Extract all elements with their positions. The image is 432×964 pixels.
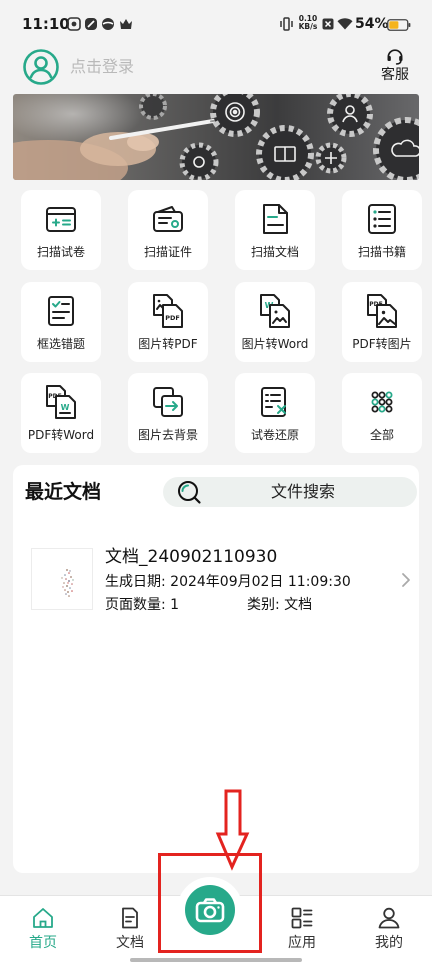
status-time: 11:10 (22, 15, 70, 33)
battery-percent: 54% (355, 16, 389, 32)
scan-id-icon (153, 206, 183, 232)
tool-label: 扫描证件 (143, 245, 192, 259)
tool-remove-background[interactable]: 图片去背景 (128, 373, 208, 453)
ball-notification-icon (102, 18, 114, 30)
document-list-item[interactable]: 文档_240902110930 生成日期: 2024年09月02日 11:09:… (13, 535, 419, 621)
document-pages-value: 1 (170, 597, 180, 613)
app-notification-icon (67, 17, 81, 31)
document-date: 生成日期: 2024年09月02日 11:09:30 (105, 574, 351, 591)
document-category-value: 文档 (284, 597, 313, 613)
nav-item-apps[interactable]: 应用 (272, 904, 332, 958)
tool-select-question[interactable]: 框选错题 (21, 282, 101, 362)
link-notification-icon (85, 18, 97, 30)
document-date-label: 生成日期: (105, 574, 166, 590)
tool-label: PDF转Word (27, 428, 95, 442)
close-box-icon (322, 18, 334, 30)
tool-scan-id[interactable]: 扫描证件 (128, 190, 208, 270)
tool-label: 全部 (369, 428, 394, 442)
nav-label: 文档 (116, 935, 144, 951)
chevron-right-icon (402, 573, 410, 587)
login-area[interactable]: 点击登录 (22, 48, 162, 86)
tool-label: 图片去背景 (137, 428, 198, 442)
remove-background-icon (153, 387, 183, 417)
tool-scan-paper[interactable]: 扫描试卷 (21, 190, 101, 270)
all-apps-icon (371, 391, 393, 413)
document-category: 类别: 文档 (247, 597, 312, 614)
tool-label: PDF转图片 (352, 337, 412, 351)
tool-scan-book[interactable]: 扫描书籍 (342, 190, 422, 270)
tool-label: 图片转Word (241, 337, 309, 351)
tool-label: 图片转PDF (138, 337, 198, 351)
tool-label: 试卷还原 (250, 428, 299, 442)
document-pages: 页面数量: 1 (105, 597, 179, 614)
document-pages-label: 页面数量: (105, 597, 166, 613)
file-search-button[interactable]: 文件搜索 (163, 477, 417, 507)
tool-pdf-to-image[interactable]: PDF PDF转图片 (342, 282, 422, 362)
file-search-label: 文件搜索 (270, 482, 335, 501)
status-bar: 11:10 0.10 KB/s 54% (0, 0, 432, 44)
recent-documents-title: 最近文档 (25, 481, 102, 503)
promo-banner[interactable] (13, 94, 419, 180)
nav-label: 首页 (29, 935, 57, 951)
camera-scan-button[interactable] (185, 885, 235, 935)
login-text: 点击登录 (70, 57, 135, 76)
scan-document-icon (263, 204, 288, 234)
tool-all[interactable]: 全部 (342, 373, 422, 453)
home-icon (33, 908, 53, 928)
tool-label: 扫描试卷 (36, 245, 85, 259)
nav-label: 应用 (288, 935, 316, 951)
headset-icon (387, 49, 403, 65)
net-speed: 0.10 KB/s (297, 15, 319, 31)
document-category-label: 类别: (247, 597, 280, 613)
tool-scan-document[interactable]: 扫描文档 (235, 190, 315, 270)
icon-text: PDF (165, 314, 180, 322)
vibrate-icon (280, 17, 293, 31)
nav-item-profile[interactable]: 我的 (359, 904, 419, 958)
camera-icon (195, 898, 225, 923)
tool-label: 框选错题 (36, 337, 85, 351)
select-question-icon (48, 296, 74, 326)
recent-documents-panel: 最近文档 文件搜索 文档_240902110930 生成日期: 2024年09月… (13, 465, 419, 873)
tool-restore-paper[interactable]: 试卷还原 (235, 373, 315, 453)
banner-image (13, 94, 419, 180)
apps-icon (291, 907, 313, 929)
document-date-value: 2024年09月02日 11:09:30 (170, 574, 351, 590)
nav-label: 我的 (375, 935, 403, 951)
pdf-to-image-icon: PDF (367, 294, 397, 328)
scan-book-icon (368, 204, 396, 234)
net-speed-unit: KB/s (298, 22, 318, 31)
crown-notification-icon (120, 19, 132, 29)
image-to-pdf-icon: PDF (153, 294, 183, 328)
nav-item-home[interactable]: 首页 (13, 904, 73, 958)
image-to-word-icon: W (260, 294, 290, 328)
search-icon (178, 481, 201, 504)
customer-service-label: 客服 (381, 67, 409, 83)
tool-image-to-word[interactable]: W 图片转Word (235, 282, 315, 362)
profile-icon (378, 907, 400, 929)
avatar-icon (23, 49, 59, 85)
document-thumbnail (31, 548, 93, 610)
nav-item-documents[interactable]: 文档 (100, 904, 160, 958)
home-indicator (130, 958, 302, 962)
document-icon (122, 907, 138, 929)
pdf-to-word-icon: PDF W (46, 385, 76, 419)
scan-paper-icon (46, 207, 76, 232)
tool-pdf-to-word[interactable]: PDF W PDF转Word (21, 373, 101, 453)
customer-service-button[interactable]: 客服 (378, 44, 412, 86)
restore-paper-icon (261, 387, 286, 417)
icon-text-secondary: W (61, 403, 70, 412)
wifi-icon (337, 18, 353, 30)
tool-label: 扫描书籍 (357, 245, 406, 259)
tool-label: 扫描文档 (250, 245, 299, 259)
battery-fill (389, 21, 399, 29)
tool-image-to-pdf[interactable]: PDF 图片转PDF (128, 282, 208, 362)
document-name: 文档_240902110930 (105, 547, 278, 567)
battery-icon (387, 19, 411, 31)
